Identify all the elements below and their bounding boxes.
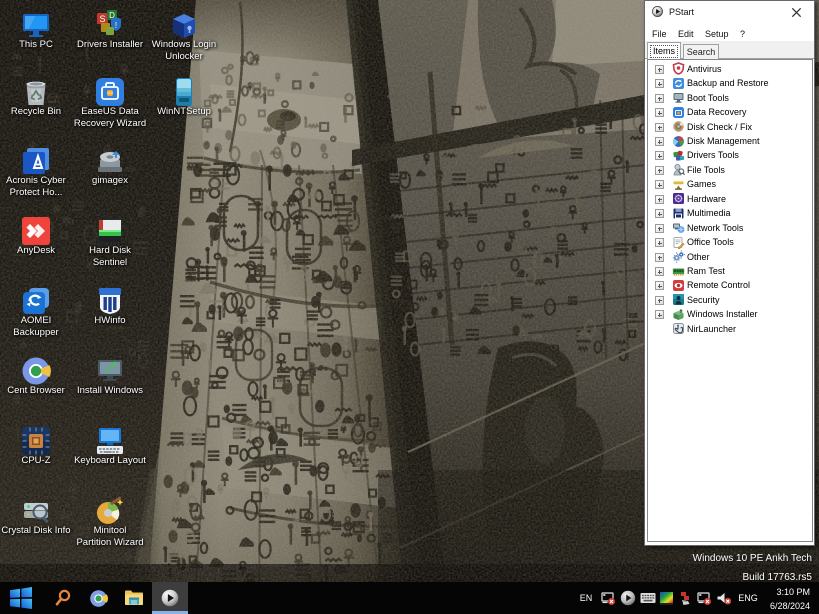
svg-text:S: S xyxy=(99,14,105,24)
svg-text:!: ! xyxy=(115,21,117,30)
